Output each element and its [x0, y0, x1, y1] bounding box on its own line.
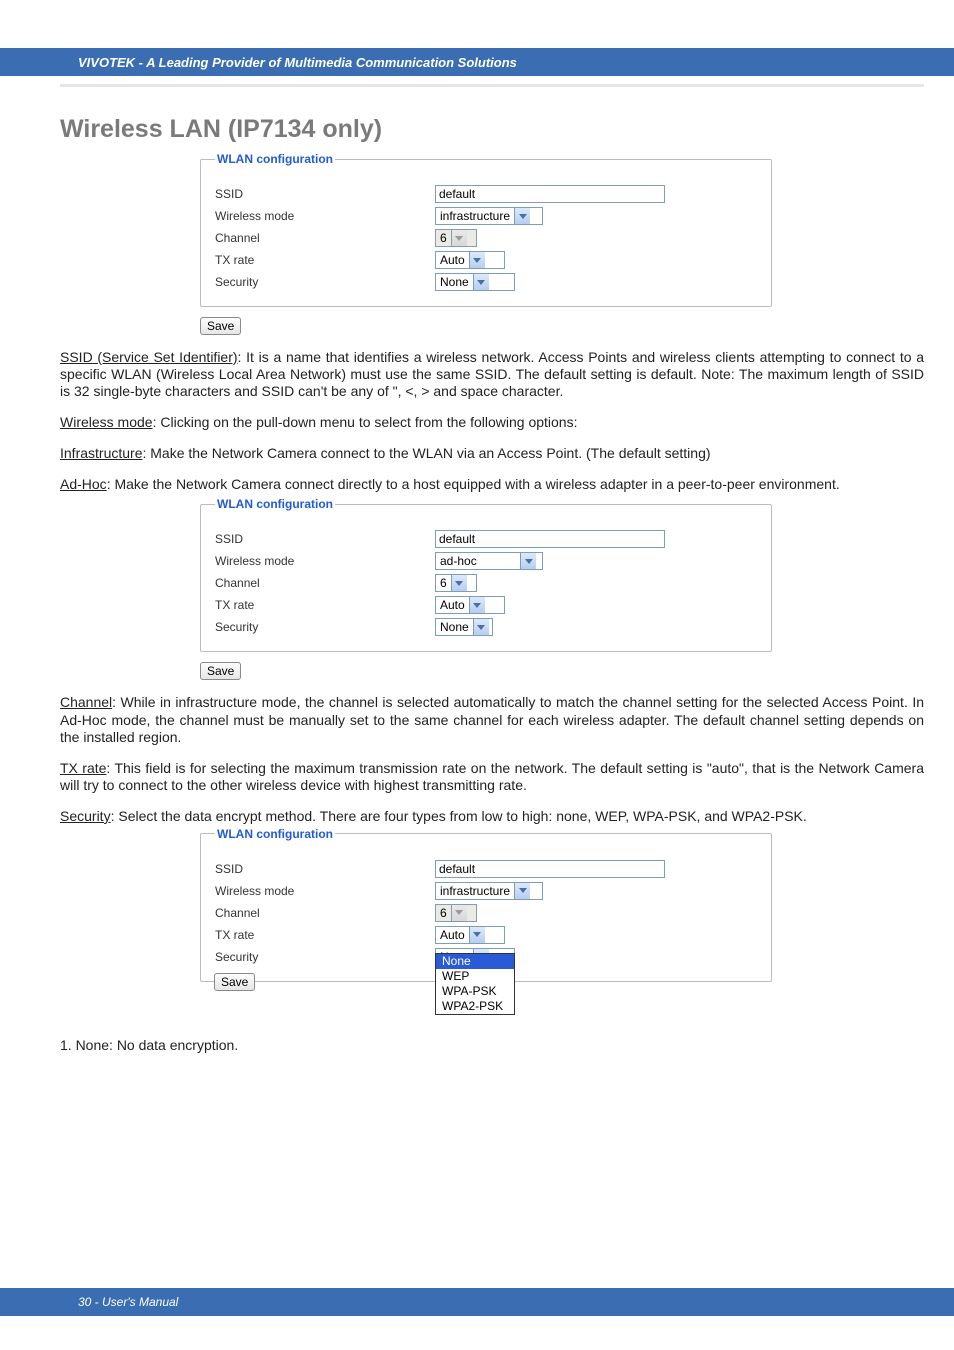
wlan-config-legend: WLAN configuration	[215, 152, 335, 166]
label-security: Security	[215, 275, 435, 289]
txrate-select[interactable]: Auto	[435, 251, 505, 269]
txrate-value: Auto	[436, 253, 469, 267]
wireless-mode-value: infrastructure	[436, 209, 514, 223]
wlan-config-fieldset-1: WLAN configuration SSID Wireless mode in…	[200, 152, 772, 307]
channel-value: 6	[436, 231, 451, 245]
security-option-wep[interactable]: WEP	[436, 969, 514, 984]
label-wireless-mode: Wireless mode	[215, 554, 435, 568]
txrate-value: Auto	[436, 928, 469, 942]
chevron-down-icon	[514, 883, 530, 899]
term-channel: Channel	[60, 694, 112, 710]
channel-select[interactable]: 6	[435, 574, 477, 592]
wlan-config-legend: WLAN configuration	[215, 827, 335, 841]
page-title: Wireless LAN (IP7134 only)	[60, 115, 924, 144]
term-txrate: TX rate	[60, 760, 106, 776]
security-select[interactable]: None	[435, 273, 515, 291]
list-item-none: 1. None: No data encryption.	[60, 1037, 924, 1053]
security-select[interactable]: None	[435, 618, 493, 636]
term-ssid: SSID (Service Set Identifier)	[60, 349, 238, 365]
para-channel: Channel: While in infrastructure mode, t…	[60, 694, 924, 745]
wireless-mode-value: ad-hoc	[436, 554, 520, 568]
chevron-down-icon	[469, 597, 485, 613]
row-ssid: SSID	[215, 859, 757, 879]
row-txrate: TX rate Auto	[215, 595, 757, 615]
row-channel: Channel 6	[215, 228, 757, 248]
wireless-mode-value: infrastructure	[436, 884, 514, 898]
save-button[interactable]: Save	[200, 317, 241, 335]
label-security: Security	[215, 950, 435, 964]
para-txrate: TX rate: This field is for selecting the…	[60, 760, 924, 794]
chevron-down-icon	[451, 230, 467, 246]
para-ssid: SSID (Service Set Identifier): It is a n…	[60, 349, 924, 400]
txrate-select[interactable]: Auto	[435, 596, 505, 614]
row-security: Security None	[215, 272, 757, 292]
label-txrate: TX rate	[215, 928, 435, 942]
header-underline	[60, 84, 924, 87]
txrate-select[interactable]: Auto	[435, 926, 505, 944]
row-wireless-mode: Wireless mode infrastructure	[215, 881, 757, 901]
wireless-mode-select[interactable]: infrastructure	[435, 882, 543, 900]
chevron-down-icon	[469, 927, 485, 943]
label-wireless-mode: Wireless mode	[215, 884, 435, 898]
chevron-down-icon	[451, 905, 467, 921]
wlan-config-legend: WLAN configuration	[215, 497, 335, 511]
label-txrate: TX rate	[215, 598, 435, 612]
row-wireless-mode: Wireless mode ad-hoc	[215, 551, 757, 571]
label-security: Security	[215, 620, 435, 634]
security-value: None	[436, 620, 473, 634]
row-ssid: SSID	[215, 529, 757, 549]
ssid-input[interactable]	[435, 530, 665, 548]
security-value: None	[436, 275, 473, 289]
ssid-input[interactable]	[435, 185, 665, 203]
channel-select: 6	[435, 229, 477, 247]
row-ssid: SSID	[215, 184, 757, 204]
txrate-value: Auto	[436, 598, 469, 612]
term-infrastructure: Infrastructure	[60, 445, 142, 461]
footer: 30 - User's Manual	[0, 1288, 954, 1316]
wireless-mode-select[interactable]: ad-hoc	[435, 552, 543, 570]
term-security: Security	[60, 808, 111, 824]
para-adhoc: Ad-Hoc: Make the Network Camera connect …	[60, 476, 924, 493]
label-txrate: TX rate	[215, 253, 435, 267]
security-option-wpa2-psk[interactable]: WPA2-PSK	[436, 999, 514, 1014]
label-ssid: SSID	[215, 532, 435, 546]
label-wireless-mode: Wireless mode	[215, 209, 435, 223]
label-ssid: SSID	[215, 187, 435, 201]
para-wireless-mode: Wireless mode: Clicking on the pull-down…	[60, 414, 924, 431]
ssid-input[interactable]	[435, 860, 665, 878]
channel-select: 6	[435, 904, 477, 922]
para-infrastructure: Infrastructure: Make the Network Camera …	[60, 445, 924, 462]
security-dropdown-open[interactable]: None WEP WPA-PSK WPA2-PSK	[435, 953, 515, 1015]
label-channel: Channel	[215, 231, 435, 245]
wlan-config-fieldset-2: WLAN configuration SSID Wireless mode ad…	[200, 497, 772, 652]
chevron-down-icon	[514, 208, 530, 224]
label-channel: Channel	[215, 906, 435, 920]
label-ssid: SSID	[215, 862, 435, 876]
row-security: Security None	[215, 617, 757, 637]
footer-text: 30 - User's Manual	[78, 1295, 178, 1309]
chevron-down-icon	[520, 553, 536, 569]
save-button[interactable]: Save	[214, 973, 255, 991]
chevron-down-icon	[473, 619, 489, 635]
save-button[interactable]: Save	[200, 662, 241, 680]
row-txrate: TX rate Auto	[215, 250, 757, 270]
chevron-down-icon	[473, 274, 489, 290]
header-banner: VIVOTEK - A Leading Provider of Multimed…	[0, 48, 954, 76]
term-adhoc: Ad-Hoc	[60, 476, 107, 492]
term-wireless-mode: Wireless mode	[60, 414, 153, 430]
security-option-none[interactable]: None	[436, 954, 514, 969]
chevron-down-icon	[451, 575, 467, 591]
row-txrate: TX rate Auto	[215, 925, 757, 945]
header-banner-text: VIVOTEK - A Leading Provider of Multimed…	[78, 55, 517, 70]
para-security: Security: Select the data encrypt method…	[60, 808, 924, 825]
row-wireless-mode: Wireless mode infrastructure	[215, 206, 757, 226]
label-channel: Channel	[215, 576, 435, 590]
row-channel: Channel 6	[215, 903, 757, 923]
row-channel: Channel 6	[215, 573, 757, 593]
wireless-mode-select[interactable]: infrastructure	[435, 207, 543, 225]
channel-value: 6	[436, 576, 451, 590]
security-option-wpa-psk[interactable]: WPA-PSK	[436, 984, 514, 999]
chevron-down-icon	[469, 252, 485, 268]
channel-value: 6	[436, 906, 451, 920]
